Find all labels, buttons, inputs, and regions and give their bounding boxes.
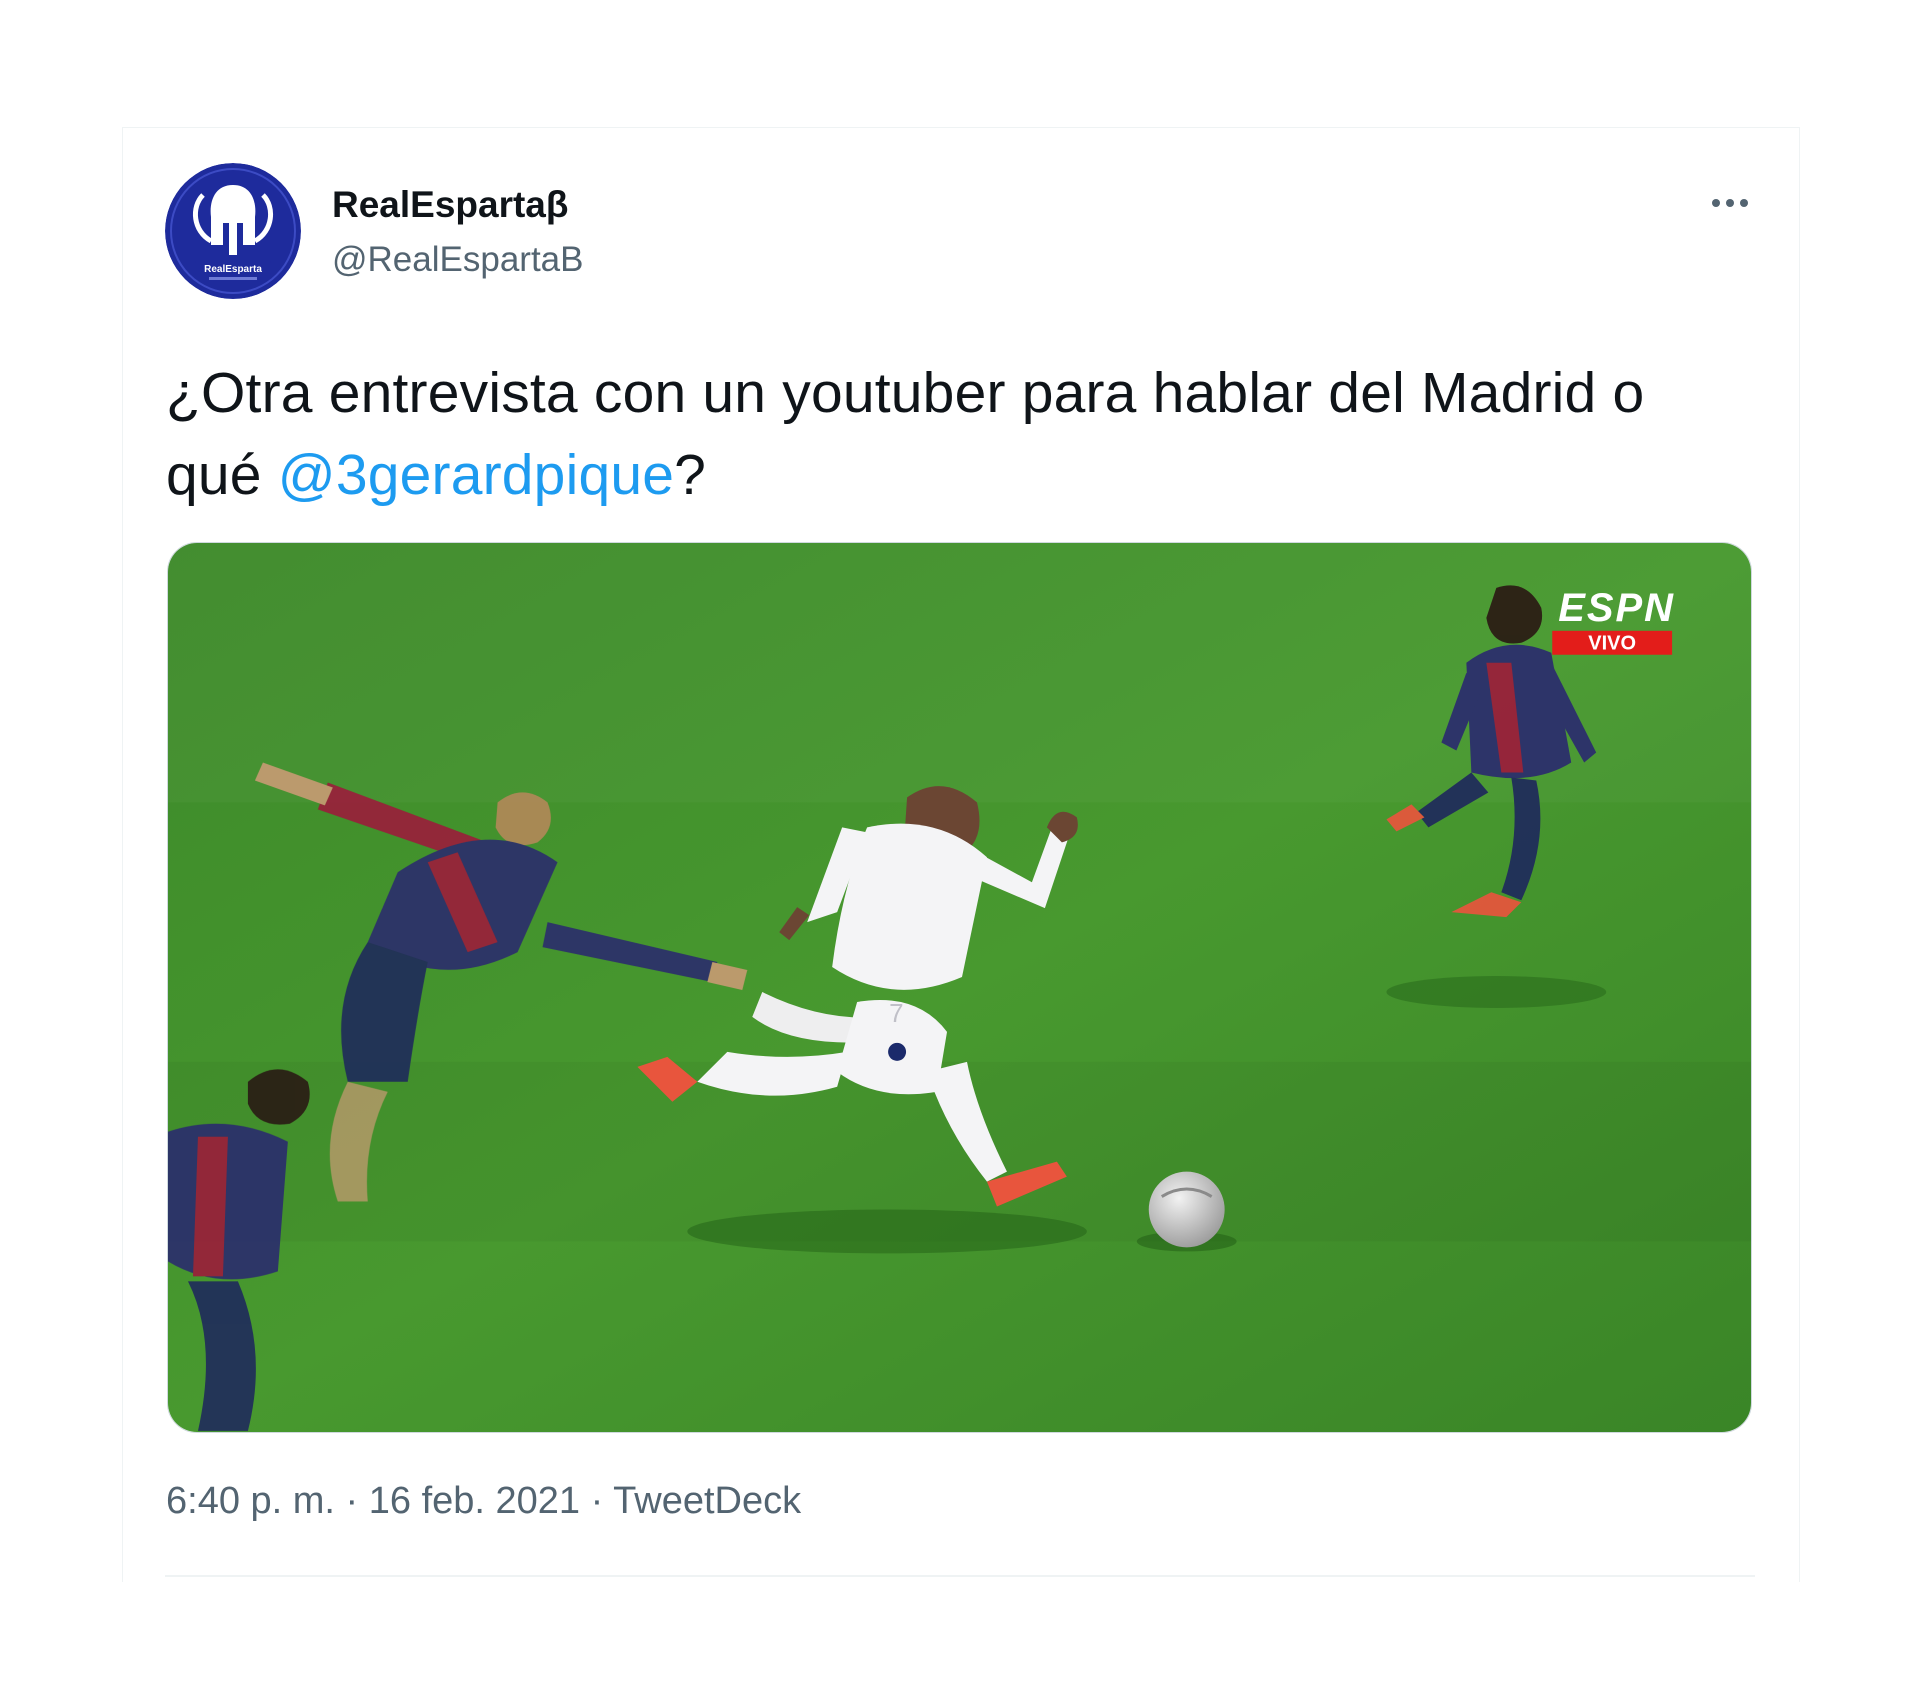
more-dots-icon (1712, 199, 1748, 207)
live-badge: VIVO (1588, 633, 1636, 655)
jersey-number: 7 (889, 1000, 903, 1028)
espn-live-badge: ESPN VIVO (1552, 586, 1675, 655)
spartan-helmet-icon: RealEsparta (165, 163, 301, 299)
display-name[interactable]: RealEspartaβ (332, 184, 568, 226)
divider (165, 1575, 1755, 1577)
tweet-text-end: ? (674, 443, 707, 507)
football-match-image: 7 ESPN VIVO (168, 543, 1751, 1432)
tweet-media-image[interactable]: 7 ESPN VIVO (167, 542, 1752, 1433)
tweet-text: ¿Otra entrevista con un youtuber para ha… (166, 352, 1726, 516)
more-options-button[interactable] (1700, 185, 1760, 221)
tweet-date[interactable]: 16 feb. 2021 (369, 1480, 580, 1522)
avatar[interactable]: RealEsparta (165, 163, 301, 299)
avatar-label: RealEsparta (204, 264, 262, 275)
meta-separator-2: · (590, 1480, 604, 1522)
broadcaster-logo: ESPN (1558, 586, 1675, 630)
user-handle[interactable]: @RealEspartaB (332, 240, 583, 280)
ball (1148, 1171, 1225, 1248)
tweet-source[interactable]: TweetDeck (613, 1480, 801, 1522)
tweet-timestamp[interactable]: 6:40 p. m. (166, 1480, 335, 1522)
meta-separator: · (345, 1480, 359, 1522)
mention-link[interactable]: @3gerardpique (278, 443, 674, 507)
tweet-meta: 6:40 p. m. · 16 feb. 2021 · TweetDeck (166, 1480, 801, 1523)
